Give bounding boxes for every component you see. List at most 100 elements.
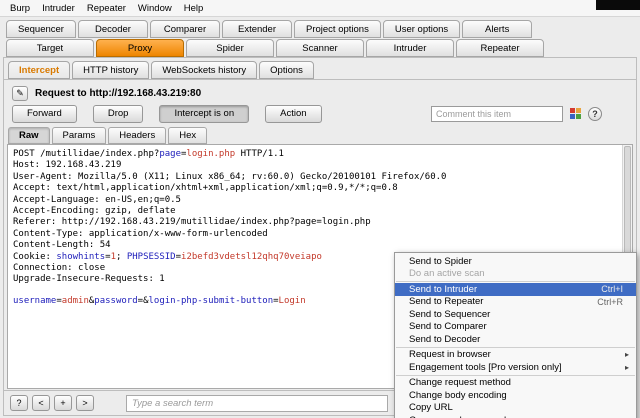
menu-item-label: Engagement tools [Pro version only] — [409, 361, 562, 373]
menu-item-send-to-spider[interactable]: Send to Spider — [395, 255, 636, 268]
menu-item-engagement-tools-pro-version-only[interactable]: Engagement tools [Pro version only] ▸ — [395, 361, 636, 374]
code-token: POST /mutillidae/index.php? — [13, 149, 160, 159]
menu-bar: Burp Intruder Repeater Window Help — [0, 0, 640, 17]
menu-intruder[interactable]: Intruder — [36, 1, 81, 16]
tab-spider[interactable]: Spider — [186, 39, 274, 57]
tab-intruder[interactable]: Intruder — [366, 39, 454, 57]
subtab-websockets-history[interactable]: WebSockets history — [151, 61, 258, 79]
tab-proxy[interactable]: Proxy — [96, 39, 184, 57]
request-line: Host: 192.168.43.219 — [13, 159, 618, 170]
edit-request-icon[interactable]: ✎ — [12, 85, 28, 101]
drop-button[interactable]: Drop — [92, 104, 144, 123]
code-token: User-Agent: Mozilla/5.0 (X11; Linux x86_… — [13, 171, 447, 182]
code-token: admin — [61, 296, 89, 307]
request-line: POST /mutillidae/index.php?page=login.ph… — [13, 148, 618, 159]
search-help-button[interactable]: ? — [10, 395, 28, 411]
menu-item-label: Change request method — [409, 377, 511, 389]
menu-item-label: Send to Intruder — [409, 283, 478, 295]
code-token: showhints — [56, 251, 106, 262]
menu-burp[interactable]: Burp — [4, 1, 36, 16]
request-bar: ✎ Request to http://192.168.43.219:80 — [12, 85, 201, 101]
tab-alerts[interactable]: Alerts — [462, 20, 533, 38]
menu-item-label: Send to Sequencer — [409, 308, 491, 320]
menu-shortcut: Ctrl+R — [597, 296, 623, 307]
request-line: User-Agent: Mozilla/5.0 (X11; Linux x86_… — [13, 171, 618, 182]
search-options-button[interactable]: + — [54, 395, 72, 411]
forward-button[interactable]: Forward — [12, 104, 77, 123]
request-line: Content-Length: 54 — [13, 239, 618, 250]
help-icon[interactable]: ? — [588, 106, 602, 121]
tab-user-options[interactable]: User options — [382, 20, 461, 38]
editor-tab-params[interactable]: Params — [51, 127, 107, 144]
tab-sequencer[interactable]: Sequencer — [6, 20, 76, 38]
editor-tab-hex[interactable]: Hex — [168, 127, 208, 144]
tab-comparer[interactable]: Comparer — [150, 20, 220, 38]
menu-item-send-to-intruder[interactable]: Send to Intruder Ctrl+I — [395, 283, 636, 296]
search-next-match-button[interactable]: > — [76, 395, 94, 411]
menu-help[interactable]: Help — [178, 1, 210, 16]
menu-item-send-to-decoder[interactable]: Send to Decoder — [395, 333, 636, 346]
search-input[interactable] — [126, 394, 388, 412]
code-token: login-php-submit-button — [148, 296, 274, 307]
intercept-toggle-button[interactable]: Intercept is on — [159, 104, 250, 123]
subtab-intercept[interactable]: Intercept — [8, 61, 71, 79]
menu-item-copy-as-curl-command[interactable]: Copy as curl command — [395, 414, 636, 418]
menu-item-do-an-active-scan: Do an active scan — [395, 268, 636, 281]
main-tabs-row-2: Target Proxy Spider Scanner Intruder Repeater — [6, 39, 544, 57]
comment-input[interactable] — [431, 105, 563, 122]
menu-item-change-body-encoding[interactable]: Change body encoding — [395, 389, 636, 402]
code-token: Connection: close — [13, 263, 106, 274]
tab-extender[interactable]: Extender — [222, 20, 292, 38]
menu-separator — [396, 346, 635, 348]
menu-item-send-to-comparer[interactable]: Send to Comparer — [395, 321, 636, 334]
comment-area: ? — [431, 105, 602, 122]
menu-item-label: Change body encoding — [409, 389, 507, 401]
editor-tab-headers[interactable]: Headers — [108, 127, 167, 144]
action-button[interactable]: Action — [265, 104, 322, 123]
main-tabs-row-1: Sequencer Decoder Comparer Extender Project … — [6, 20, 533, 38]
code-token: Host: 192.168.43.219 — [13, 160, 122, 171]
menu-item-request-in-browser[interactable]: Request in browser ▸ — [395, 349, 636, 362]
highlight-color-picker-icon[interactable] — [569, 107, 582, 120]
tab-scanner[interactable]: Scanner — [276, 39, 364, 57]
menu-item-send-to-repeater[interactable]: Send to Repeater Ctrl+R — [395, 296, 636, 309]
request-line: Referer: http://192.168.43.219/mutillida… — [13, 216, 618, 227]
code-token: PHPSESSID — [126, 251, 176, 262]
menu-item-label: Send to Decoder — [409, 333, 481, 345]
menu-repeater[interactable]: Repeater — [81, 1, 132, 16]
search-buttons: ? < + > — [10, 395, 94, 411]
code-token: Upgrade-Insecure-Requests: 1 — [13, 274, 165, 285]
subtab-http-history[interactable]: HTTP history — [72, 61, 150, 79]
request-line: Content-Type: application/x-www-form-url… — [13, 228, 618, 239]
titlebar-fragment — [596, 0, 640, 10]
tab-repeater[interactable]: Repeater — [456, 39, 544, 57]
tab-decoder[interactable]: Decoder — [78, 20, 148, 38]
tab-project-options[interactable]: Project options — [294, 20, 381, 38]
code-token: i2befd3vdetsl12qhq70veiapo — [181, 251, 322, 262]
subtab-options[interactable]: Options — [259, 61, 314, 79]
menu-item-change-request-method[interactable]: Change request method — [395, 377, 636, 390]
menu-window[interactable]: Window — [132, 1, 178, 16]
menu-item-send-to-sequencer[interactable]: Send to Sequencer — [395, 308, 636, 321]
request-title: Request to http://192.168.43.219:80 — [35, 87, 202, 99]
proxy-subtabs: Intercept HTTP history WebSockets history O… — [8, 61, 314, 79]
intercept-toolbar: Forward Drop Intercept is on Action ? — [12, 104, 628, 123]
menu-item-label: Do an active scan — [409, 268, 485, 280]
menu-separator — [396, 374, 635, 376]
code-token: password — [94, 296, 138, 307]
context-menu: Send to Spider Do an active scan Send to I… — [394, 252, 637, 418]
code-token: Login — [278, 296, 306, 307]
menu-item-copy-url[interactable]: Copy URL — [395, 402, 636, 415]
menu-separator — [396, 281, 635, 282]
search-prev-match-button[interactable]: < — [32, 395, 50, 411]
code-token: Content-Type: application/x-www-form-url… — [13, 228, 268, 239]
menu-item-label: Send to Spider — [409, 255, 472, 267]
code-token: Referer: http://192.168.43.219/mutillida… — [13, 217, 371, 228]
request-line: Accept-Encoding: gzip, deflate — [13, 205, 618, 216]
code-token: Accept: text/html,application/xhtml+xml,… — [13, 183, 398, 194]
menu-item-label: Request in browser — [409, 349, 491, 361]
tab-target[interactable]: Target — [6, 39, 94, 57]
editor-tab-raw[interactable]: Raw — [8, 127, 50, 144]
menu-item-label: Send to Repeater — [409, 296, 484, 308]
code-token: page — [159, 149, 181, 159]
